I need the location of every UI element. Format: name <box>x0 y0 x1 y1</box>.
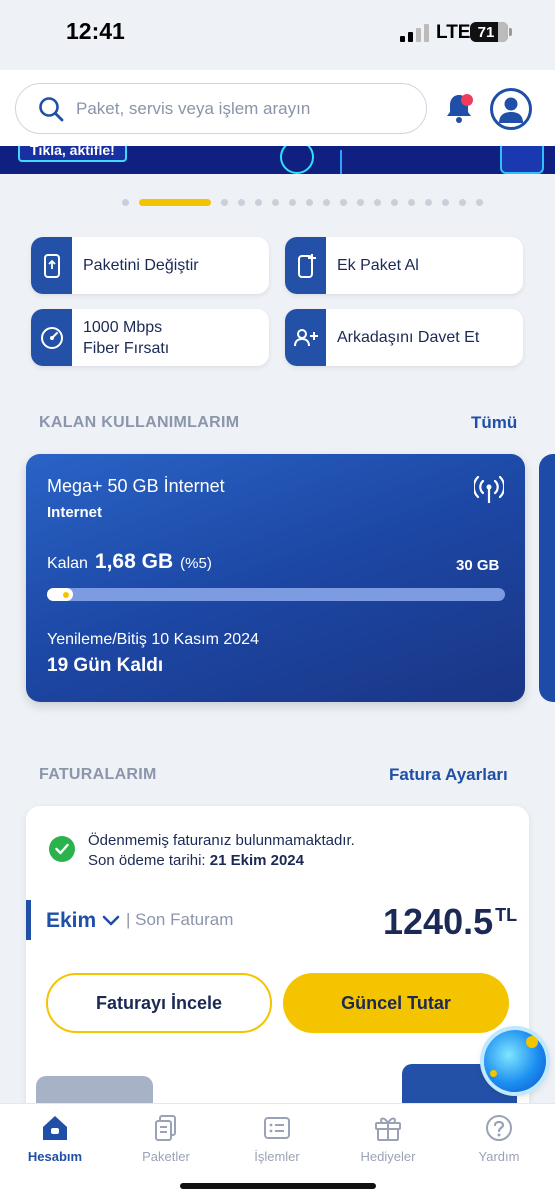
usage-total: 30 GB <box>456 557 500 574</box>
speedometer-icon <box>40 326 63 349</box>
bill-amount: 1240.5 TL <box>383 901 518 942</box>
usage-card[interactable]: Mega+ 50 GB İnternet Internet Kalan 1,68… <box>26 454 525 702</box>
carousel-dot[interactable] <box>122 198 129 206</box>
banner-decoration-icon <box>280 146 314 174</box>
phone-swap-icon <box>43 253 60 278</box>
search-icon <box>39 96 64 121</box>
bills-section-title: FATURALARIM <box>39 766 157 783</box>
carousel-dot[interactable] <box>272 198 279 206</box>
carousel-dot[interactable] <box>425 198 432 206</box>
carousel-dot[interactable] <box>374 198 381 206</box>
tab-gifts[interactable]: Hediyeler <box>343 1114 433 1164</box>
carousel-dot[interactable] <box>306 198 313 206</box>
promo-banner[interactable]: Tıkla, aktifle! <box>0 146 555 174</box>
carousel-dot[interactable] <box>139 198 211 206</box>
usage-progress-fill <box>47 588 73 601</box>
change-package-label: Paketini Değiştir <box>83 257 199 274</box>
carousel-dot[interactable] <box>357 198 364 206</box>
carousel-dot[interactable] <box>408 198 415 206</box>
download-icon <box>500 146 544 174</box>
gift-icon <box>375 1117 401 1141</box>
carousel-dot[interactable] <box>391 198 398 206</box>
extra-package-label: Ek Paket Al <box>337 257 419 274</box>
carousel-dot[interactable] <box>221 198 228 206</box>
avatar[interactable] <box>490 88 532 130</box>
search-input[interactable] <box>76 98 376 119</box>
status-time: 12:41 <box>66 18 125 44</box>
usage-progress-knob <box>63 591 69 598</box>
current-amount-button[interactable]: Güncel Tutar <box>283 973 509 1033</box>
bill-due-date: 21 Ekim 2024 <box>209 852 304 869</box>
invite-friend-label: Arkadaşını Davet Et <box>337 329 480 346</box>
tab-account[interactable]: Hesabım <box>10 1114 100 1164</box>
tab-packages[interactable]: Paketler <box>121 1114 211 1164</box>
carousel-dot[interactable] <box>289 198 296 206</box>
chevron-down-icon <box>102 915 120 926</box>
carousel-dot[interactable] <box>476 198 483 206</box>
bill-month-selector[interactable]: Ekim <box>46 909 120 933</box>
tab-help[interactable]: Yardım <box>454 1114 544 1164</box>
fiber-offer-label: 1000 Mbps Fiber Fırsatı <box>83 318 170 357</box>
usage-remaining: Kalan 1,68 GB (%5) <box>47 550 212 573</box>
bill-currency: TL <box>495 905 518 925</box>
usage-package-title: Mega+ 50 GB İnternet <box>47 476 225 496</box>
status-bar: 12:41 LTE 71 <box>0 0 555 70</box>
invite-friend-button[interactable]: Arkadaşını Davet Et <box>285 309 523 366</box>
carousel-dot[interactable] <box>255 198 262 206</box>
usage-all-link[interactable]: Tümü <box>471 413 517 433</box>
usage-progress-bar <box>47 588 505 601</box>
battery-icon: 71 <box>470 22 508 42</box>
carousel-dot[interactable] <box>442 198 449 206</box>
usage-remaining-percent: (%5) <box>180 555 212 572</box>
carousel-dot[interactable] <box>323 198 330 206</box>
tab-transactions[interactable]: İşlemler <box>232 1114 322 1164</box>
home-icon <box>43 1116 67 1140</box>
header <box>0 70 555 146</box>
change-package-button[interactable]: Paketini Değiştir <box>31 237 269 294</box>
carousel-indicator[interactable] <box>122 198 483 206</box>
carousel-dot[interactable] <box>459 198 466 206</box>
carousel-dot[interactable] <box>238 198 245 206</box>
add-user-icon <box>293 328 318 346</box>
notification-badge <box>461 94 473 106</box>
extra-package-button[interactable]: Ek Paket Al <box>285 237 523 294</box>
antenna-icon <box>474 476 504 503</box>
assistant-chat-button[interactable] <box>484 1030 546 1092</box>
network-type: LTE <box>436 22 471 43</box>
signal-icon <box>400 24 429 42</box>
check-circle-icon <box>49 836 75 862</box>
usage-section-title: KALAN KULLANIMLARIM <box>39 414 240 431</box>
review-bill-button[interactable]: Faturayı İncele <box>46 973 272 1033</box>
usage-remaining-amount: 1,68 GB <box>94 550 174 573</box>
phone-add-icon <box>297 253 316 278</box>
banner-text: Tıkla, aktifle! <box>18 146 127 162</box>
help-icon <box>486 1115 512 1141</box>
last-bill-label: | Son Faturam <box>126 910 234 929</box>
carousel-dot[interactable] <box>340 198 347 206</box>
list-icon <box>264 1117 290 1139</box>
battery-level: 71 <box>477 23 495 41</box>
bill-card: Ödenmemiş faturanız bulunmamaktadır. Son… <box>26 806 529 1116</box>
usage-days-left: 19 Gün Kaldı <box>47 655 164 676</box>
bill-settings-link[interactable]: Fatura Ayarları <box>389 765 508 785</box>
user-icon <box>499 97 523 123</box>
usage-type: Internet <box>47 504 103 521</box>
documents-icon <box>155 1115 176 1141</box>
bill-status-message: Ödenmemiş faturanız bulunmamaktadır. Son… <box>88 832 355 869</box>
search-bar[interactable] <box>15 83 427 134</box>
fiber-offer-button[interactable]: 1000 Mbps Fiber Fırsatı <box>31 309 269 366</box>
next-usage-card[interactable] <box>539 454 555 702</box>
home-indicator <box>180 1183 376 1189</box>
usage-renewal-date: Yenileme/Bitiş 10 Kasım 2024 <box>47 631 259 648</box>
